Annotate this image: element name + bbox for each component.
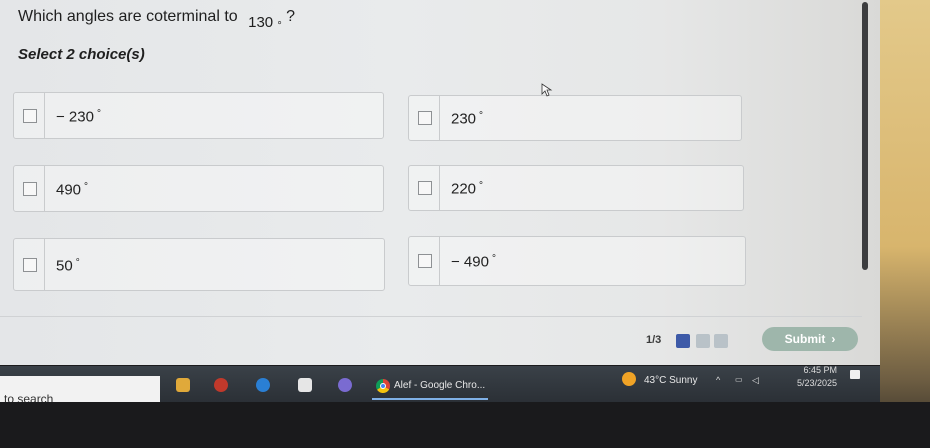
weather-status[interactable]: 43°C Sunny: [644, 375, 697, 386]
battery-icon[interactable]: ▭: [735, 375, 743, 384]
choice-label: 230 °: [451, 110, 484, 128]
choice-label: − 490 °: [451, 253, 496, 271]
question-angle: 130 °: [248, 14, 282, 32]
mouse-cursor-icon: [541, 83, 553, 97]
choice-option[interactable]: 220 °: [408, 165, 744, 211]
chrome-window-label: Alef - Google Chro...: [394, 380, 486, 391]
choice-label: 490 °: [56, 180, 89, 198]
submit-button[interactable]: Submit ›: [762, 327, 858, 351]
system-clock[interactable]: 6:45 PM 5/23/2025: [797, 364, 837, 390]
app-icon-red[interactable]: [214, 378, 228, 392]
footer-divider: [0, 316, 862, 317]
selection-instruction: Select 2 choice(s): [18, 46, 145, 63]
choice-label: 220 °: [451, 180, 484, 198]
vertical-scrollbar[interactable]: [862, 2, 868, 270]
choice-label: − 230 °: [56, 107, 101, 125]
laptop-bezel: [0, 402, 930, 448]
chevron-up-icon[interactable]: ^: [716, 375, 720, 385]
checkbox[interactable]: [418, 111, 432, 125]
checkbox[interactable]: [418, 254, 432, 268]
checkbox-zone: [14, 239, 45, 290]
progress-dot[interactable]: [714, 334, 728, 348]
checkbox[interactable]: [23, 257, 37, 272]
checkbox[interactable]: [23, 108, 37, 123]
checkbox[interactable]: [418, 181, 432, 195]
choice-option[interactable]: 490 °: [13, 165, 384, 212]
choice-label: 50 °: [56, 256, 80, 274]
speaker-icon[interactable]: ◁: [752, 375, 759, 386]
file-explorer-icon[interactable]: [176, 378, 190, 392]
edge-browser-icon[interactable]: [256, 378, 270, 392]
choice-option[interactable]: − 230 °: [13, 92, 384, 139]
background-glare: [880, 0, 930, 448]
chevron-right-icon: ›: [831, 332, 836, 346]
question-suffix: ?: [286, 8, 296, 25]
choice-option[interactable]: 230 °: [408, 95, 742, 141]
app-icon-purple[interactable]: [338, 378, 352, 392]
notification-icon[interactable]: [850, 370, 860, 379]
checkbox[interactable]: [23, 181, 37, 196]
progress-dot[interactable]: [696, 334, 710, 348]
choice-option[interactable]: − 490 °: [408, 236, 746, 286]
question-text: Which angles are coterminal to 130 ° ?: [18, 8, 296, 32]
progress-dot-active[interactable]: [676, 334, 690, 348]
store-icon[interactable]: [298, 378, 312, 392]
question-prefix: Which angles are coterminal to: [18, 8, 238, 25]
checkbox-zone: [409, 237, 440, 285]
browser-viewport: Which angles are coterminal to 130 ° ? S…: [0, 0, 880, 365]
checkbox-zone: [14, 93, 45, 138]
checkbox-zone: [14, 166, 45, 211]
checkbox-zone: [409, 96, 440, 140]
choice-option[interactable]: 50 °: [13, 238, 385, 291]
chrome-icon: [376, 379, 390, 393]
checkbox-zone: [409, 166, 440, 210]
question-pager: 1/3: [646, 334, 662, 346]
weather-sun-icon[interactable]: [622, 372, 636, 386]
